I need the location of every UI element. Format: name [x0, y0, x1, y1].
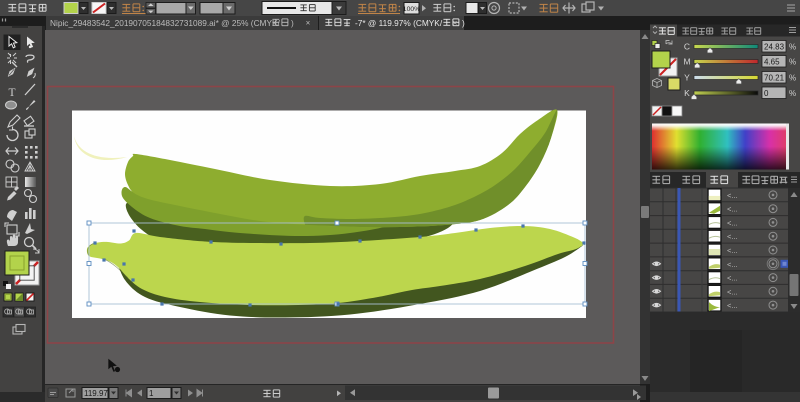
svg-text:<...: <...: [727, 246, 738, 255]
svg-text:Nipic_29483542_201907051848327: Nipic_29483542_20190705184832731089.ai* …: [50, 18, 281, 28]
svg-text:24.83: 24.83: [764, 43, 785, 52]
svg-text:70.21: 70.21: [764, 74, 785, 83]
svg-text:C: C: [684, 42, 690, 52]
svg-text:<...: <...: [727, 205, 738, 214]
svg-text:×: ×: [453, 19, 458, 28]
svg-text:Y: Y: [684, 73, 690, 83]
svg-text:%: %: [789, 43, 796, 52]
svg-text:<...: <...: [727, 232, 738, 241]
svg-text:T: T: [8, 87, 15, 99]
svg-text:×: ×: [306, 19, 311, 28]
svg-text:1: 1: [149, 389, 154, 398]
svg-text:-7* @ 119.97% (CMYK/: -7* @ 119.97% (CMYK/: [355, 18, 443, 28]
svg-text:<...: <...: [727, 260, 738, 269]
svg-text:%: %: [789, 74, 796, 83]
svg-text:<...: <...: [727, 191, 738, 200]
svg-text:0: 0: [764, 89, 769, 98]
svg-text:119.97: 119.97: [84, 389, 108, 398]
svg-text:100%: 100%: [403, 6, 420, 13]
svg-text:<...: <...: [727, 218, 738, 227]
svg-text:): ): [291, 18, 294, 28]
svg-text:%: %: [789, 58, 796, 67]
svg-text:%: %: [789, 89, 796, 98]
svg-text:): ): [462, 18, 465, 28]
svg-text:<...: <...: [727, 274, 738, 283]
svg-text:K: K: [684, 88, 690, 98]
svg-text:M: M: [683, 57, 690, 67]
svg-text:<...: <...: [727, 287, 738, 296]
svg-text:4.65: 4.65: [764, 58, 780, 67]
svg-text:<...: <...: [727, 301, 738, 310]
